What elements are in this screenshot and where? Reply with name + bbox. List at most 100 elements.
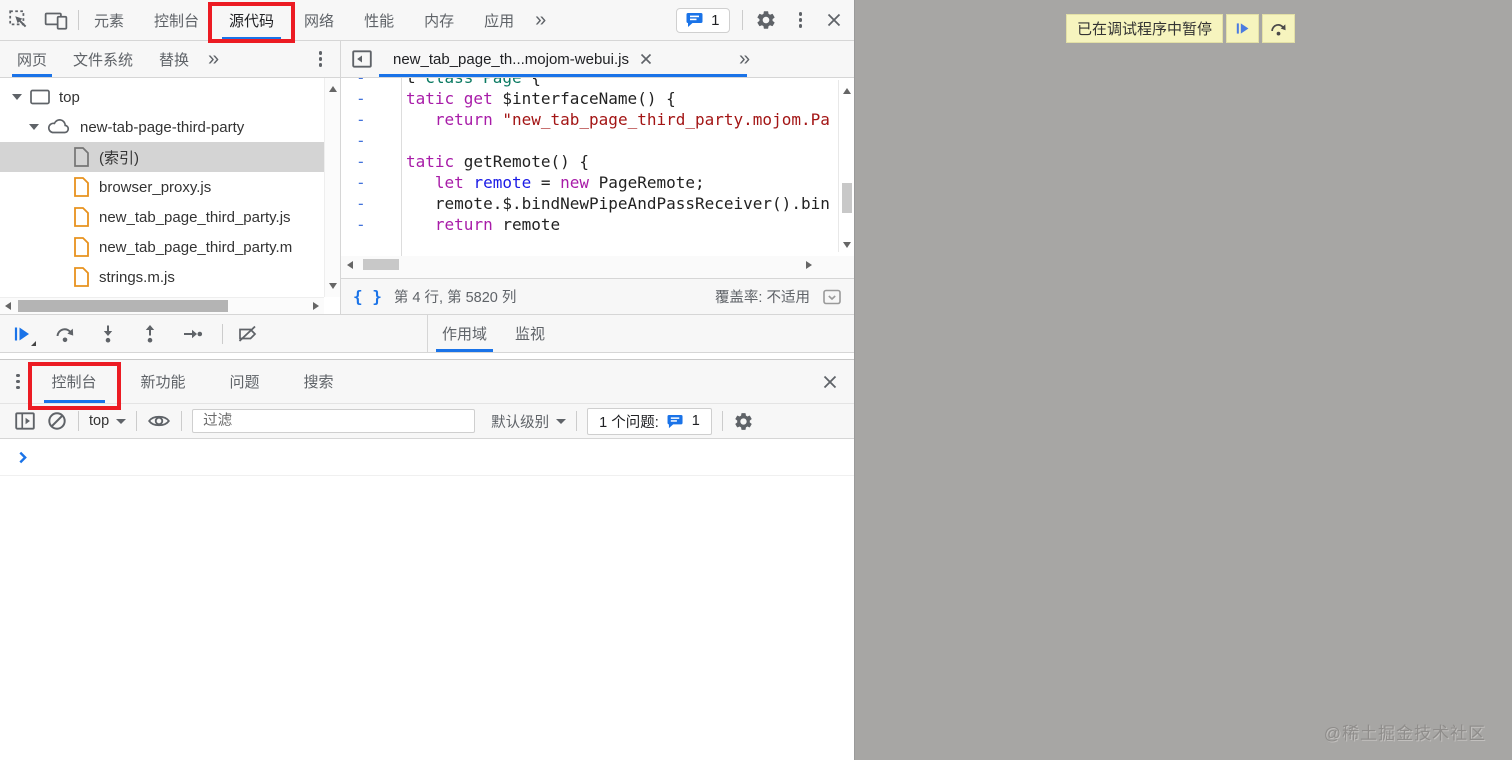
tab-label: 网络 [304,12,335,30]
coverage-drawer-icon[interactable] [822,288,842,306]
more-tabs-icon[interactable]: » [529,10,552,30]
tab-scope[interactable]: 作用域 [428,315,501,352]
step-into-icon[interactable] [98,324,118,344]
watermark-text: @稀土掘金技术社区 [1323,724,1486,743]
message-bubble-icon [667,414,684,429]
tab-label: 搜索 [303,374,334,391]
expand-arrow-icon[interactable] [29,124,39,130]
more-navigator-tabs-icon[interactable]: » [202,49,225,69]
tree-item-origin[interactable]: new-tab-page-third-party [0,112,325,142]
gutter-line-mark[interactable]: - [356,88,401,109]
tree-item-browser-proxy[interactable]: browser_proxy.js [0,172,325,202]
tree-item-strings[interactable]: strings.m.js [0,262,325,292]
editor-vertical-scrollbar[interactable] [838,80,854,252]
log-level-selector[interactable]: 默认级别 [491,411,567,432]
main-menu-kebab-icon[interactable] [793,8,809,32]
deactivate-breakpoints-icon[interactable] [237,324,259,344]
tab-label: 控制台 [154,12,200,30]
drawer-tab-issues[interactable]: 问题 [214,360,276,403]
code-editor[interactable]: -------- t class Page {tatic get $interf… [341,78,854,256]
scroll-down-arrow[interactable] [329,283,337,289]
drawer-tab-whats-new[interactable]: 新功能 [125,360,202,403]
gutter-line-mark[interactable]: - [356,193,401,214]
tab-application[interactable]: 应用 [469,0,529,40]
expand-arrow-icon[interactable] [12,94,22,100]
cloud-icon [46,117,72,137]
gutter-line-mark[interactable]: - [356,78,401,88]
console-prompt[interactable] [0,439,854,476]
issues-badge[interactable]: 1 [676,7,730,33]
settings-gear-icon[interactable] [755,9,777,31]
resume-script-icon[interactable] [12,324,36,346]
toolbar-separator [222,323,223,344]
gutter-border [401,78,402,256]
navigator-tab-page[interactable]: 网页 [4,41,60,77]
live-expression-eye-icon[interactable] [147,411,171,431]
tree-item-index[interactable]: (索引) [0,142,340,172]
inspect-element-icon[interactable] [8,9,30,31]
tree-vertical-scrollbar[interactable] [324,78,340,297]
tree-item-label: new-tab-page-third-party [80,118,245,136]
console-sidebar-icon[interactable] [14,410,36,432]
step-over-icon[interactable] [54,324,76,344]
code-line: return "new_tab_page_third_party.mojom.P… [434,110,830,129]
step-icon[interactable] [182,324,204,344]
navigator-menu-kebab-icon[interactable] [313,47,329,71]
tab-performance[interactable]: 性能 [349,0,409,40]
drawer-tab-console[interactable]: 控制台 [27,360,121,410]
close-tab-icon[interactable] [639,52,653,66]
gutter-line-mark[interactable]: - [356,130,401,151]
drawer-tab-search[interactable]: 搜索 [288,360,350,403]
scrollbar-thumb[interactable] [842,183,852,213]
tree-horizontal-scrollbar[interactable] [0,297,324,314]
tab-elements[interactable]: 元素 [79,0,139,40]
navigator-tab-filesystem[interactable]: 文件系统 [60,41,146,77]
editor-horizontal-scrollbar[interactable] [341,256,854,278]
toast-step-over-button[interactable] [1262,14,1296,43]
navigator-tab-overrides[interactable]: 替换 [146,41,202,77]
more-editor-tabs-icon[interactable]: » [733,49,756,69]
gutter-line-mark[interactable]: - [356,214,401,235]
tree-item-new-tab-page-js[interactable]: new_tab_page_third_party.js [0,202,325,232]
gutter-line-mark[interactable]: - [356,172,401,193]
editor-tab[interactable]: new_tab_page_th...mojom-webui.js [379,41,747,77]
screen: 元素 控制台 源代码 网络 性能 内存 应用 » 1 网页 文件系统 替换 » … [0,0,1512,760]
gutter-line-mark[interactable]: - [356,109,401,130]
scroll-right-arrow[interactable] [806,261,812,269]
tab-watch[interactable]: 监视 [501,315,559,352]
scroll-up-arrow[interactable] [329,86,337,92]
toast-resume-button[interactable] [1226,14,1260,43]
hide-navigator-icon[interactable] [351,48,373,70]
tab-sources[interactable]: 源代码 [208,0,296,43]
issues-counter[interactable]: 1 个问题: 1 [587,407,712,435]
drawer-menu-kebab-icon[interactable] [10,370,26,394]
context-selector[interactable]: top [89,413,127,429]
scrollbar-thumb[interactable] [363,259,399,270]
drawer: 控制台 新功能 问题 搜索 top 过滤 默认级别 1 个问题: 1 [0,359,854,760]
clear-console-icon[interactable] [46,410,68,432]
message-bubble-icon [686,12,704,28]
console-settings-gear-icon[interactable] [733,411,754,432]
page-background: 已在调试程序中暂停 @稀土掘金技术社区 [856,0,1512,760]
filter-input[interactable] [192,409,476,433]
tab-network[interactable]: 网络 [289,0,349,40]
close-drawer-icon[interactable] [820,372,840,392]
debugger-toolbar: 作用域 监视 [0,314,854,353]
device-toolbar-icon[interactable] [44,9,68,31]
console-prompt-chevron-icon [19,451,27,463]
scroll-down-arrow[interactable] [843,242,851,248]
scroll-left-arrow[interactable] [347,261,353,269]
tab-memory[interactable]: 内存 [409,0,469,40]
pretty-print-icon[interactable]: { } [353,287,382,306]
scroll-up-arrow[interactable] [843,88,851,94]
scrollbar-thumb[interactable] [18,300,228,312]
tree-item-top-frame[interactable]: top [0,82,325,112]
gutter-line-mark[interactable]: - [356,151,401,172]
step-out-icon[interactable] [140,324,160,344]
close-devtools-icon[interactable] [824,10,844,30]
tab-console[interactable]: 控制台 [139,0,214,40]
scroll-right-arrow[interactable] [313,302,319,310]
tree-item-new-tab-page-m[interactable]: new_tab_page_third_party.m [0,232,325,262]
scroll-left-arrow[interactable] [5,302,11,310]
console-body[interactable] [0,439,854,760]
